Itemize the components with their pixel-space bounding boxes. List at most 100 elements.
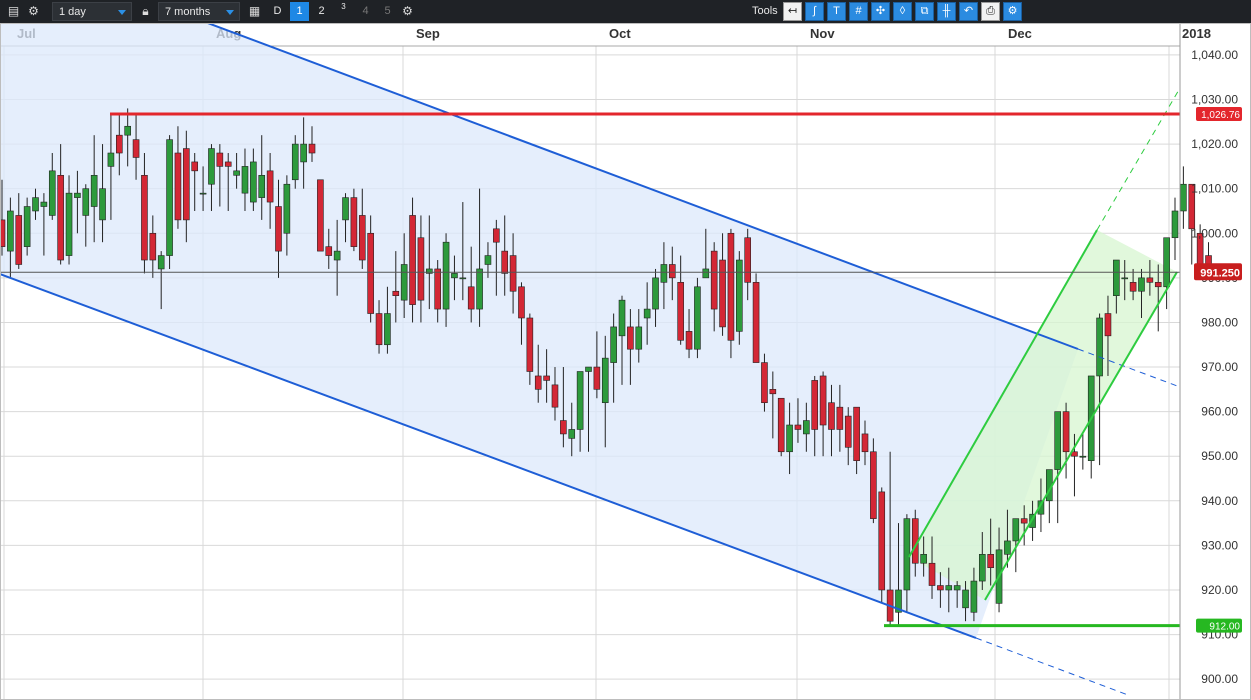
tools-settings-icon[interactable]: ⚙ xyxy=(1003,2,1022,21)
candle-up xyxy=(233,170,240,176)
candle-up xyxy=(400,264,408,301)
chart-count-2[interactable]: 2 xyxy=(312,2,331,21)
chart-settings-icon[interactable]: ⚙ xyxy=(398,2,417,21)
candle-up xyxy=(166,139,173,256)
candle-down xyxy=(593,366,601,390)
data-grid-icon[interactable]: ▤ xyxy=(4,2,23,21)
lock-icon[interactable]: 🔒︎ xyxy=(136,2,155,21)
chart-count-3[interactable]: 3 xyxy=(334,2,353,21)
candle-up xyxy=(65,192,73,256)
candle-up xyxy=(82,188,90,216)
candle-up xyxy=(1163,237,1170,288)
candle-up xyxy=(241,166,249,194)
candle-up xyxy=(32,197,39,212)
candle-down xyxy=(769,389,777,395)
undo-icon[interactable]: ↶ xyxy=(959,2,978,21)
candle-up xyxy=(610,326,617,363)
text-tool-icon[interactable]: T xyxy=(827,2,846,21)
interval-select[interactable]: 1 day xyxy=(52,2,132,21)
candle-down xyxy=(761,362,768,404)
candle-down xyxy=(836,406,844,430)
candle-down xyxy=(794,424,802,430)
candle-down xyxy=(710,250,718,310)
print-icon[interactable]: ⎙ xyxy=(981,2,1000,21)
curve-tool-icon[interactable]: ∫ xyxy=(805,2,824,21)
y-tick-label: 960.00 xyxy=(1201,405,1238,419)
candle-down xyxy=(417,237,425,301)
y-tick-label: 1,030.00 xyxy=(1191,93,1238,107)
crosshair-tool-icon[interactable]: ✣ xyxy=(871,2,890,21)
candle-down xyxy=(870,451,877,519)
support-price-label: 912.00 xyxy=(1209,622,1240,633)
grid-tool-icon[interactable]: # xyxy=(849,2,868,21)
multi-chart-icon[interactable]: ⧉ xyxy=(915,2,934,21)
candle-down xyxy=(878,491,886,591)
y-tick-label: 940.00 xyxy=(1201,494,1238,508)
candle-up xyxy=(90,175,98,207)
candle-up xyxy=(40,201,48,207)
candle-down xyxy=(719,259,726,328)
candle-up xyxy=(568,429,576,439)
candle-up xyxy=(442,241,450,310)
candle-down xyxy=(116,134,123,154)
candle-down xyxy=(543,375,550,381)
last-price-label: 991.250 xyxy=(1200,267,1240,279)
range-select[interactable]: 7 months xyxy=(158,2,240,21)
candle-down xyxy=(325,246,333,256)
candle-down xyxy=(509,255,517,292)
chevron-down-icon xyxy=(118,10,126,15)
candle-down xyxy=(987,554,994,568)
y-tick-label: 1,020.00 xyxy=(1191,137,1238,151)
candle-down xyxy=(744,237,751,283)
candle-up xyxy=(962,589,969,609)
y-tick-label: 970.00 xyxy=(1201,360,1238,374)
candle-down xyxy=(467,286,475,310)
candle-up xyxy=(1054,411,1061,470)
candle-up xyxy=(1121,277,1129,280)
price-chart[interactable]: JulAugSepOctNovDec2018 900.00910.00920.0… xyxy=(0,23,1251,700)
candle-down xyxy=(367,232,374,314)
candle-up xyxy=(903,518,911,591)
candle-down xyxy=(149,232,157,261)
candle-down xyxy=(752,282,760,363)
candle-up xyxy=(7,210,14,252)
candle-down xyxy=(266,170,274,203)
candle-down xyxy=(216,152,224,167)
y-tick-label: 1,040.00 xyxy=(1191,48,1238,62)
candle-up xyxy=(342,197,349,221)
candle-down xyxy=(853,406,860,461)
chart-count-5[interactable]: 5 xyxy=(378,2,397,21)
candle-down xyxy=(819,375,827,426)
candle-up xyxy=(283,183,291,234)
candle-up xyxy=(652,277,659,310)
candle-up xyxy=(945,585,953,591)
candle-up xyxy=(643,308,651,319)
candle-up xyxy=(576,371,584,430)
chart-count-4[interactable]: 4 xyxy=(356,2,375,21)
bars-tool-icon[interactable]: ╫ xyxy=(937,2,956,21)
candle-down xyxy=(1062,411,1070,453)
calendar-icon[interactable]: ▦ xyxy=(245,2,264,21)
candle-down xyxy=(317,179,324,252)
candle-down xyxy=(668,264,676,279)
chart-count-1[interactable]: 1 xyxy=(290,2,309,21)
candle-up xyxy=(484,255,492,265)
candle-up xyxy=(1004,540,1011,555)
d-toggle[interactable]: D xyxy=(268,2,287,21)
candle-up xyxy=(1012,518,1020,542)
candle-up xyxy=(99,188,106,221)
candle-up xyxy=(736,259,743,332)
y-tick-label: 980.00 xyxy=(1201,315,1238,329)
candle-down xyxy=(937,585,944,591)
candle-down xyxy=(928,562,936,586)
candle-down xyxy=(224,161,232,167)
candle-down xyxy=(677,282,684,341)
candle-up xyxy=(476,268,483,310)
candle-down xyxy=(777,397,785,453)
y-tick-label: 930.00 xyxy=(1201,538,1238,552)
back-arrow-icon[interactable]: ↤ xyxy=(783,2,802,21)
settings-icon[interactable]: ⚙ xyxy=(24,2,43,21)
candle-up xyxy=(1171,210,1179,239)
candle-tool-icon[interactable]: ◊ xyxy=(893,2,912,21)
candle-up xyxy=(208,148,215,185)
